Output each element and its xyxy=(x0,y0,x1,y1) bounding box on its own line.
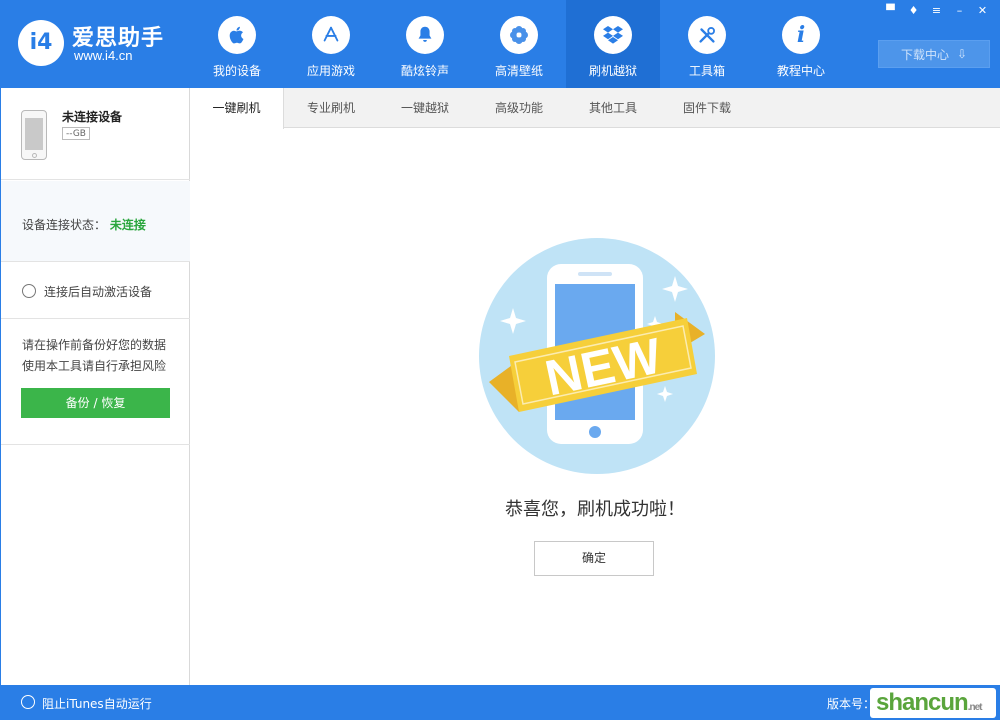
tab-other-tools[interactable]: 其他工具 xyxy=(566,88,660,128)
success-message: 恭喜您，刷机成功啦！ xyxy=(505,499,685,520)
nav-toolbox[interactable]: 工具箱 xyxy=(660,0,754,88)
nav-label: 工具箱 xyxy=(688,64,725,78)
backup-restore-button[interactable]: 备份 / 恢复 xyxy=(21,388,170,418)
window-controls: ▀ ♦ ≡ – ✕ xyxy=(883,4,990,18)
status-value: 未连接 xyxy=(109,218,146,232)
auto-activate-radio[interactable] xyxy=(22,284,36,298)
main-nav: 我的设备 应用游戏 酷炫铃声 高清壁纸 刷机越狱 工具箱 i 教程中心 xyxy=(190,0,848,88)
sidebar: 未连接设备 --GB 设备连接状态： 未连接 连接后自动激活设备 请在操作前备份… xyxy=(0,88,190,685)
feedback-icon[interactable]: ▀ xyxy=(883,4,898,18)
skin-icon[interactable]: ♦ xyxy=(906,4,921,18)
warning-line: 使用本工具请自行承担风险 xyxy=(22,359,167,373)
apple-icon xyxy=(218,16,256,54)
phone-icon xyxy=(21,110,47,160)
tab-advanced[interactable]: 高级功能 xyxy=(472,88,566,128)
device-capacity: --GB xyxy=(62,127,90,140)
success-illustration: NEW xyxy=(475,236,719,476)
app-logo: i4 爱思助手 www.i4.cn xyxy=(18,18,178,68)
site-watermark: shancun.net xyxy=(870,688,996,718)
nav-apps-games[interactable]: 应用游戏 xyxy=(284,0,378,88)
status-label: 设备连接状态： xyxy=(22,218,107,232)
tab-pro-flash[interactable]: 专业刷机 xyxy=(284,88,378,128)
nav-label: 酷炫铃声 xyxy=(400,64,449,78)
confirm-button[interactable]: 确定 xyxy=(534,541,654,576)
download-center-label: 下载中心 xyxy=(900,47,949,62)
version-label: 版本号： xyxy=(827,697,876,711)
block-itunes-label: 阻止iTunes自动运行 xyxy=(42,697,152,711)
nav-tutorials[interactable]: i 教程中心 xyxy=(754,0,848,88)
nav-label: 刷机越狱 xyxy=(588,64,637,78)
divider xyxy=(1,444,190,445)
app-store-icon xyxy=(312,16,350,54)
close-icon[interactable]: ✕ xyxy=(975,4,990,18)
bell-icon xyxy=(406,16,444,54)
flower-icon xyxy=(500,16,538,54)
device-name: 未连接设备 xyxy=(62,110,123,124)
menu-icon[interactable]: ≡ xyxy=(929,4,944,18)
nav-ringtones[interactable]: 酷炫铃声 xyxy=(378,0,472,88)
tools-icon xyxy=(688,16,726,54)
top-bar: i4 爱思助手 www.i4.cn 我的设备 应用游戏 酷炫铃声 高清壁纸 刷机… xyxy=(0,0,1000,88)
logo-icon: i4 xyxy=(18,20,64,66)
connection-status: 设备连接状态： 未连接 xyxy=(22,216,146,233)
sub-tabs: 一键刷机 专业刷机 一键越狱 高级功能 其他工具 固件下载 xyxy=(190,88,1000,129)
nav-label: 教程中心 xyxy=(776,64,825,78)
device-card: 未连接设备 --GB xyxy=(1,88,190,180)
app-url: www.i4.cn xyxy=(74,48,133,63)
main-content: NEW 恭喜您，刷机成功啦！ 确定 xyxy=(190,129,1000,685)
tab-firmware-download[interactable]: 固件下载 xyxy=(660,88,754,128)
nav-label: 应用游戏 xyxy=(306,64,355,78)
tab-one-click-flash[interactable]: 一键刷机 xyxy=(190,88,284,129)
status-bar: 阻止iTunes自动运行 版本号： xyxy=(0,685,1000,720)
download-icon: ⇩ xyxy=(956,47,968,61)
warning-line: 请在操作前备份好您的数据 xyxy=(22,338,167,352)
nav-label: 我的设备 xyxy=(212,64,261,78)
tab-one-click-jailbreak[interactable]: 一键越狱 xyxy=(378,88,472,128)
download-center-button[interactable]: 下载中心 ⇩ xyxy=(878,40,990,68)
nav-my-device[interactable]: 我的设备 xyxy=(190,0,284,88)
auto-activate-label: 连接后自动激活设备 xyxy=(44,285,153,299)
nav-wallpapers[interactable]: 高清壁纸 xyxy=(472,0,566,88)
nav-flash-jailbreak[interactable]: 刷机越狱 xyxy=(566,0,660,88)
dropbox-icon xyxy=(594,16,632,54)
nav-label: 高清壁纸 xyxy=(494,64,543,78)
block-itunes-radio[interactable] xyxy=(21,695,35,709)
watermark-suffix: .net xyxy=(967,702,983,713)
warning-text: 请在操作前备份好您的数据 使用本工具请自行承担风险 xyxy=(22,335,166,377)
auto-activate-row[interactable]: 连接后自动激活设备 xyxy=(1,263,190,319)
watermark-text: shancun xyxy=(876,689,969,716)
minimize-icon[interactable]: – xyxy=(952,4,967,18)
info-icon: i xyxy=(782,16,820,54)
